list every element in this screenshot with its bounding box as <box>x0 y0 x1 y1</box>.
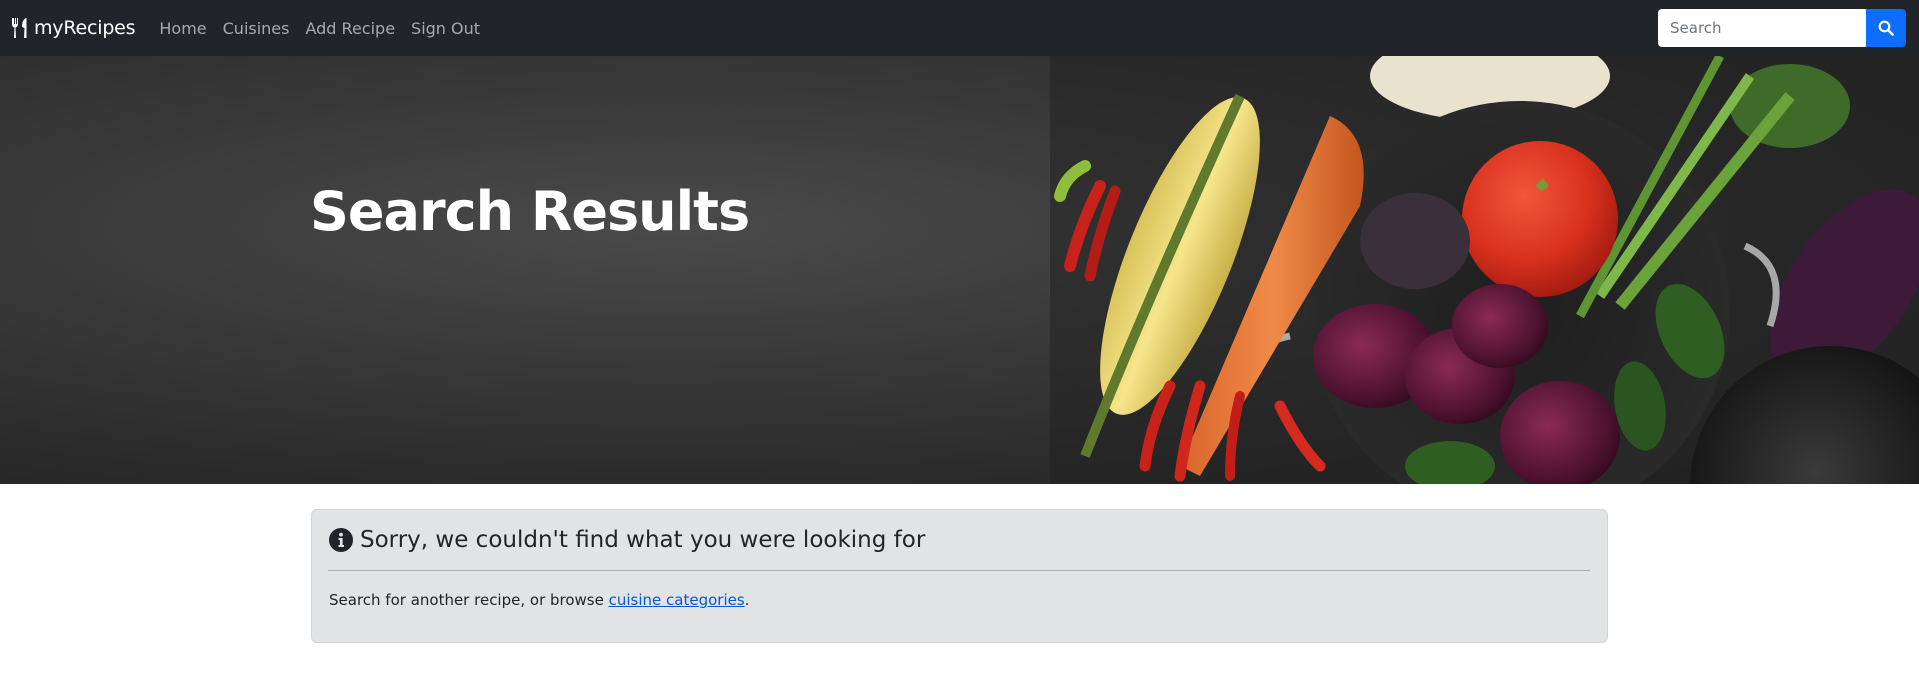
info-circle-icon <box>329 528 353 552</box>
hero-banner: Search Results <box>0 56 1919 484</box>
utensils-icon <box>12 18 27 38</box>
navbar: myRecipes Home Cuisines Add Recipe Sign … <box>0 0 1919 56</box>
alert-heading-text: Sorry, we couldn't find what you were lo… <box>360 527 926 553</box>
search-button[interactable] <box>1866 9 1906 47</box>
alert-body: Search for another recipe, or browse cui… <box>329 591 749 609</box>
brand-name: myRecipes <box>34 17 136 39</box>
alert-heading: Sorry, we couldn't find what you were lo… <box>329 527 925 553</box>
nav-link-cuisines[interactable]: Cuisines <box>223 19 290 38</box>
cuisine-categories-link[interactable]: cuisine categories <box>609 591 745 609</box>
alert-divider <box>328 570 1590 571</box>
alert-body-suffix: . <box>744 591 750 609</box>
nav-link-sign-out[interactable]: Sign Out <box>411 19 480 38</box>
page-title: Search Results <box>310 180 750 243</box>
search-input[interactable] <box>1658 9 1866 47</box>
alert-body-prefix: Search for another recipe, or browse <box>329 591 609 609</box>
nav-links: Home Cuisines Add Recipe Sign Out <box>151 19 488 38</box>
no-results-alert: Sorry, we couldn't find what you were lo… <box>311 509 1608 643</box>
brand-link[interactable]: myRecipes <box>10 17 136 39</box>
nav-link-add-recipe[interactable]: Add Recipe <box>305 19 395 38</box>
nav-link-home[interactable]: Home <box>159 19 206 38</box>
search-icon <box>1878 20 1894 36</box>
vegetables-image <box>1050 56 1919 484</box>
search-form <box>1658 9 1906 47</box>
